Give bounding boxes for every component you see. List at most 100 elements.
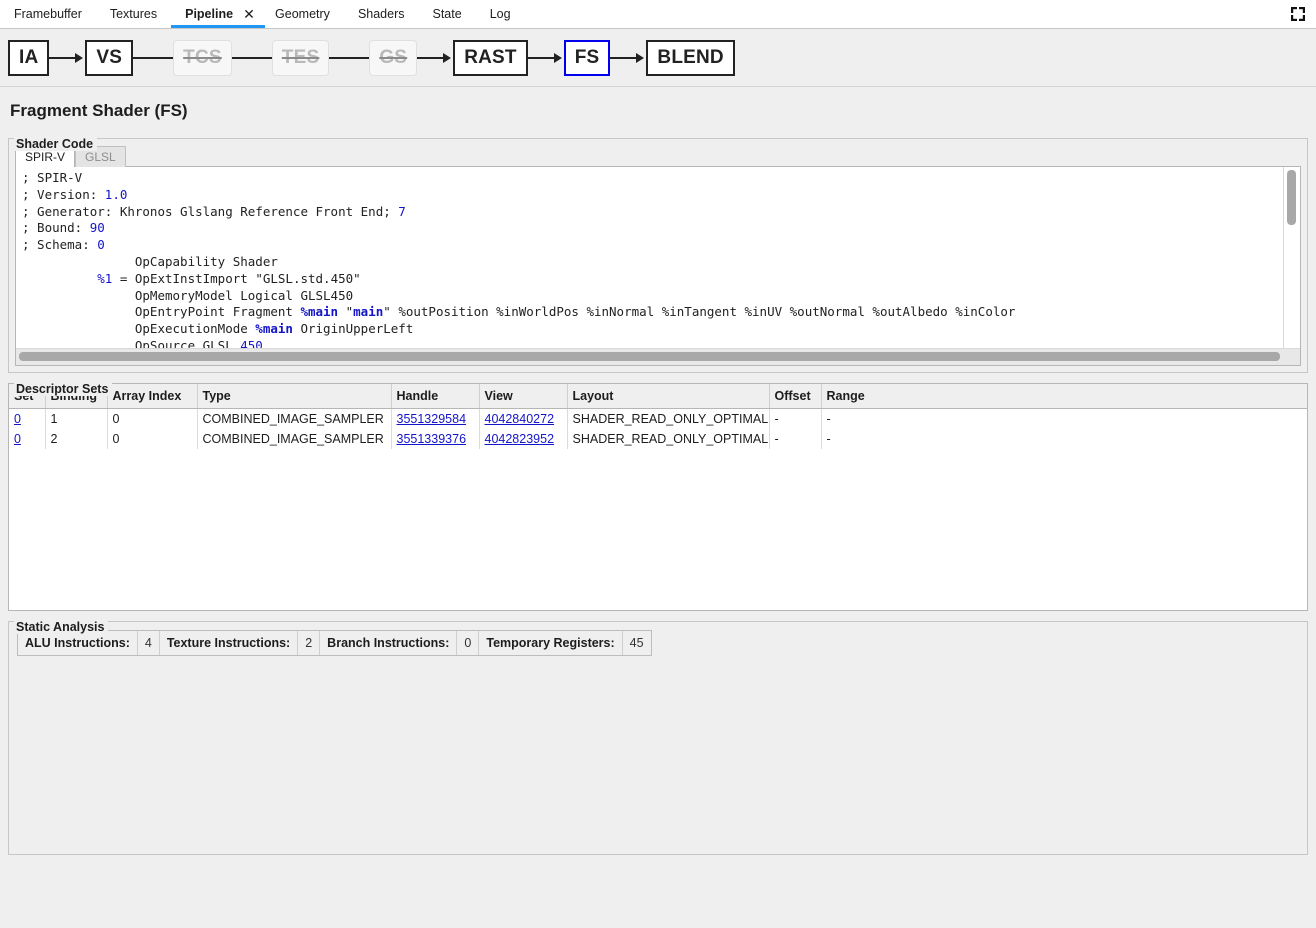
cell-type: COMBINED_IMAGE_SAMPLER xyxy=(197,429,391,449)
static-analysis-frame: ALU Instructions: 4 Texture Instructions… xyxy=(8,621,1308,855)
stage-label: TES xyxy=(282,47,320,69)
cell-array-index: 0 xyxy=(107,409,197,430)
tab-label: GLSL xyxy=(85,150,116,164)
pipeline-stage-tcs[interactable]: TCS xyxy=(173,40,232,76)
shader-code-frame: SPIR-V GLSL ; SPIR-V ; Version: 1.0 ; Ge… xyxy=(8,138,1308,373)
column-header-type[interactable]: Type xyxy=(197,384,391,409)
stage-label: TCS xyxy=(183,47,222,69)
tab-label: Framebuffer xyxy=(14,7,82,21)
tab-label: Shaders xyxy=(358,7,405,21)
cell-view: 4042840272 xyxy=(479,409,567,430)
set-link[interactable]: 0 xyxy=(14,412,21,426)
tab-label: Pipeline xyxy=(185,7,233,21)
tab-framebuffer[interactable]: Framebuffer xyxy=(0,0,96,28)
stage-label: VS xyxy=(96,47,122,69)
tab-state[interactable]: State xyxy=(419,0,476,28)
descriptor-sets-table-wrap: Set Binding Array Index Type Handle View… xyxy=(8,383,1308,611)
metric-label-registers: Temporary Registers: xyxy=(479,631,622,655)
tab-label: Log xyxy=(490,7,511,21)
handle-link[interactable]: 3551339376 xyxy=(397,432,467,446)
metric-label-branch: Branch Instructions: xyxy=(320,631,457,655)
group-label: Shader Code xyxy=(14,137,97,151)
cell-offset: - xyxy=(769,429,821,449)
table-row[interactable]: 0 2 0 COMBINED_IMAGE_SAMPLER 3551339376 … xyxy=(9,429,1307,449)
group-label: Descriptor Sets xyxy=(14,382,112,396)
column-header-range[interactable]: Range xyxy=(821,384,1307,409)
set-link[interactable]: 0 xyxy=(14,432,21,446)
static-analysis-group: Static Analysis ALU Instructions: 4 Text… xyxy=(8,621,1308,855)
pipeline-stage-tes[interactable]: TES xyxy=(272,40,330,76)
stage-label: FS xyxy=(575,47,600,69)
shader-code-tab-bar: SPIR-V GLSL xyxy=(15,145,1301,167)
stage-label: BLEND xyxy=(657,47,723,69)
view-link[interactable]: 4042840272 xyxy=(485,412,555,426)
cell-binding: 1 xyxy=(45,409,107,430)
group-label: Static Analysis xyxy=(14,620,108,634)
cell-type: COMBINED_IMAGE_SAMPLER xyxy=(197,409,391,430)
pipeline-connector xyxy=(133,57,173,59)
pipeline-arrow-icon xyxy=(417,40,453,76)
scrollbar-thumb[interactable] xyxy=(1287,170,1296,225)
shader-code-text-area[interactable]: ; SPIR-V ; Version: 1.0 ; Generator: Khr… xyxy=(16,167,1284,349)
pipeline-stage-gs[interactable]: GS xyxy=(369,40,417,76)
cell-range: - xyxy=(821,409,1307,430)
pipeline-arrow-icon xyxy=(610,40,646,76)
metric-label-texture: Texture Instructions: xyxy=(160,631,298,655)
column-header-offset[interactable]: Offset xyxy=(769,384,821,409)
cell-view: 4042823952 xyxy=(479,429,567,449)
shader-code-vertical-scrollbar[interactable] xyxy=(1283,167,1300,349)
fullscreen-icon[interactable] xyxy=(1288,4,1308,24)
stage-label: RAST xyxy=(464,47,517,69)
shader-code-horizontal-scrollbar[interactable] xyxy=(16,348,1300,365)
scrollbar-thumb[interactable] xyxy=(19,352,1280,361)
pipeline-stage-rast[interactable]: RAST xyxy=(453,40,528,76)
cell-handle: 3551329584 xyxy=(391,409,479,430)
page-title: Fragment Shader (FS) xyxy=(8,87,1308,129)
pipeline-stage-vs[interactable]: VS xyxy=(85,40,133,76)
metric-value-alu: 4 xyxy=(138,631,160,655)
column-header-view[interactable]: View xyxy=(479,384,567,409)
cell-binding: 2 xyxy=(45,429,107,449)
pipeline-stage-ia[interactable]: IA xyxy=(8,40,49,76)
tab-label: Textures xyxy=(110,7,157,21)
cell-offset: - xyxy=(769,409,821,430)
cell-layout: SHADER_READ_ONLY_OPTIMAL xyxy=(567,409,769,430)
metric-label-alu: ALU Instructions: xyxy=(18,631,138,655)
pipeline-connector xyxy=(232,57,272,59)
main-tab-bar: Framebuffer Textures Pipeline ✕ Geometry… xyxy=(0,0,1316,29)
page-body: Fragment Shader (FS) Shader Code SPIR-V … xyxy=(0,87,1316,855)
column-header-layout[interactable]: Layout xyxy=(567,384,769,409)
static-analysis-metrics: ALU Instructions: 4 Texture Instructions… xyxy=(17,630,652,656)
pipeline-arrow-icon xyxy=(528,40,564,76)
descriptor-sets-group: Descriptor Sets Set Binding Array Index xyxy=(8,383,1308,611)
shader-code-text: ; SPIR-V ; Version: 1.0 ; Generator: Khr… xyxy=(22,170,1284,349)
table-header-row: Set Binding Array Index Type Handle View… xyxy=(9,384,1307,409)
tab-textures[interactable]: Textures xyxy=(96,0,171,28)
view-link[interactable]: 4042823952 xyxy=(485,432,555,446)
stage-label: GS xyxy=(379,47,407,69)
cell-set: 0 xyxy=(9,409,45,430)
close-icon[interactable]: ✕ xyxy=(237,0,261,28)
column-header-array-index[interactable]: Array Index xyxy=(107,384,197,409)
shader-code-viewport: ; SPIR-V ; Version: 1.0 ; Generator: Khr… xyxy=(15,166,1301,366)
pipeline-stage-blend[interactable]: BLEND xyxy=(646,40,734,76)
descriptor-sets-table: Set Binding Array Index Type Handle View… xyxy=(9,384,1307,449)
tab-log[interactable]: Log xyxy=(476,0,525,28)
pipeline-arrow-icon xyxy=(49,40,85,76)
tab-shaders[interactable]: Shaders xyxy=(344,0,419,28)
tab-label: SPIR-V xyxy=(25,150,65,164)
pipeline-diagram: IA VS TCS TES GS RAST FS BLEND xyxy=(0,29,1316,87)
table-row[interactable]: 0 1 0 COMBINED_IMAGE_SAMPLER 3551329584 … xyxy=(9,409,1307,430)
shader-code-group: Shader Code SPIR-V GLSL ; SPIR-V ; Versi… xyxy=(8,138,1308,373)
tab-label: Geometry xyxy=(275,7,330,21)
column-header-handle[interactable]: Handle xyxy=(391,384,479,409)
pipeline-connector xyxy=(329,57,369,59)
pipeline-stage-fs[interactable]: FS xyxy=(564,40,611,76)
handle-link[interactable]: 3551329584 xyxy=(397,412,467,426)
tab-geometry[interactable]: Geometry xyxy=(261,0,344,28)
descriptor-sets-frame: Set Binding Array Index Type Handle View… xyxy=(8,383,1308,611)
tab-pipeline[interactable]: Pipeline xyxy=(171,0,237,28)
metric-value-texture: 2 xyxy=(298,631,320,655)
stage-label: IA xyxy=(19,47,38,69)
cell-set: 0 xyxy=(9,429,45,449)
